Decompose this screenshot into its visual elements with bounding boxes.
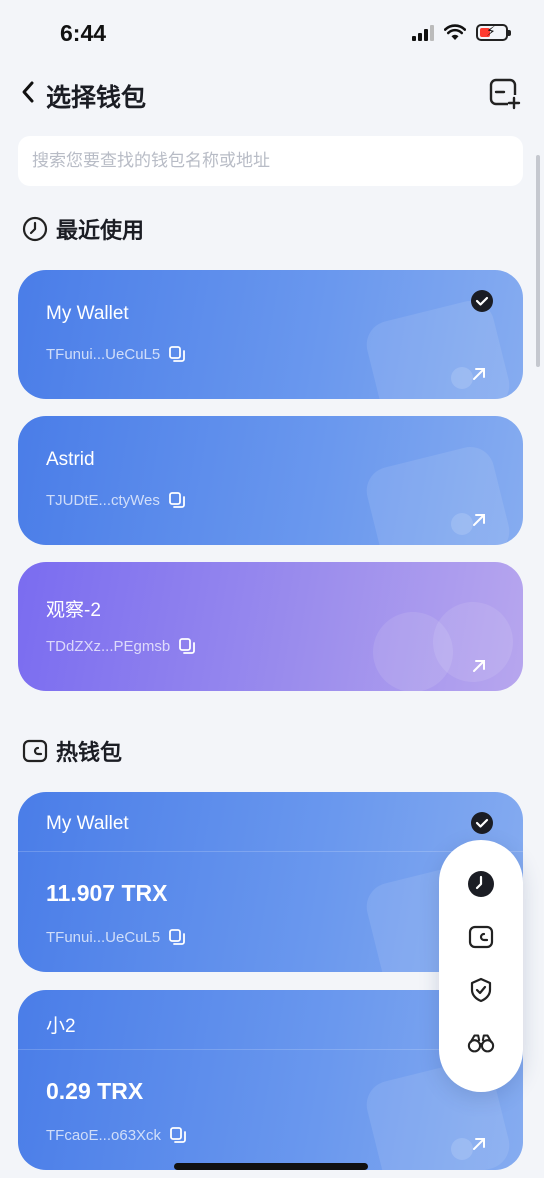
arrow-up-right-icon (473, 1138, 485, 1150)
chevron-left-icon (22, 81, 34, 103)
wallet-icon (22, 739, 48, 763)
copy-icon[interactable] (168, 491, 186, 509)
scrollbar[interactable] (536, 155, 540, 367)
wallet-name: 小2 (46, 1016, 76, 1037)
wallet-balance: 0.29 TRX (46, 1078, 144, 1104)
binoculars-icon (467, 1034, 495, 1053)
nav-bar: 选择钱包 (0, 70, 544, 116)
wallet-name: My Wallet (46, 813, 129, 834)
add-wallet-button[interactable] (488, 76, 522, 110)
wallet-address-text: TFunui...UeCuL5 (46, 928, 161, 946)
status-time: 6:44 (60, 20, 107, 46)
section-quick-nav (439, 840, 523, 1092)
copy-icon[interactable] (168, 928, 186, 946)
shield-icon (470, 977, 492, 1003)
status-icons: ⚡ (412, 23, 511, 41)
wallet-card-watch-2[interactable]: 观察-2 TDdZXz...PEgmsb (18, 562, 523, 691)
arrow-up-right-icon (473, 368, 485, 380)
signal-icon (412, 24, 434, 41)
clock-icon (468, 871, 494, 897)
wallet-address-text: TDdZXz...PEgmsb (46, 637, 171, 655)
section-recent: 最近使用 (22, 213, 144, 245)
battery-icon: ⚡ (476, 23, 511, 41)
quick-nav-cold-wallet[interactable] (467, 976, 495, 1004)
wallet-address-text: TFunui...UeCuL5 (46, 345, 161, 363)
wallet-card-astrid[interactable]: Astrid TJUDtE...ctyWes (18, 416, 523, 545)
wallet-address-text: TJUDtE...ctyWes (46, 491, 160, 509)
copy-icon[interactable] (178, 637, 196, 655)
wallet-name: My Wallet (46, 303, 129, 324)
wallet-balance: 11.907 TRX (46, 880, 168, 906)
arrow-up-right-icon (473, 660, 485, 672)
arrow-up-right-icon (473, 514, 485, 526)
wallet-name: Astrid (46, 449, 95, 470)
copy-icon[interactable] (169, 1126, 187, 1144)
wallet-address: TJUDtE...ctyWes (46, 491, 186, 509)
check-circle-icon (471, 812, 493, 834)
wallet-name: 观察-2 (46, 600, 101, 621)
wifi-icon (444, 24, 466, 40)
status-bar: 6:44 ⚡ (0, 0, 544, 70)
home-indicator (174, 1163, 368, 1170)
quick-nav-hot-wallet[interactable] (467, 923, 495, 951)
search-input[interactable] (18, 136, 523, 186)
clock-icon (22, 216, 48, 242)
page-title: 选择钱包 (46, 84, 147, 112)
section-recent-label: 最近使用 (56, 218, 145, 243)
wallet-address-text: TFcaoE...o63Xck (46, 1126, 162, 1144)
quick-nav-watch-wallet[interactable] (467, 1029, 495, 1057)
check-circle-icon (471, 290, 493, 312)
wallet-card-my-wallet[interactable]: My Wallet TFunui...UeCuL5 (18, 270, 523, 399)
wallet-icon (468, 925, 494, 949)
wallet-address: TFcaoE...o63Xck (46, 1126, 187, 1144)
copy-icon[interactable] (168, 345, 186, 363)
quick-nav-recent[interactable] (467, 870, 495, 898)
back-button[interactable] (14, 76, 42, 108)
section-hot-label: 热钱包 (56, 740, 123, 765)
section-hot-wallet: 热钱包 (22, 735, 122, 767)
wallet-address: TFunui...UeCuL5 (46, 345, 186, 363)
wallet-address: TFunui...UeCuL5 (46, 928, 186, 946)
wallet-address: TDdZXz...PEgmsb (46, 637, 196, 655)
